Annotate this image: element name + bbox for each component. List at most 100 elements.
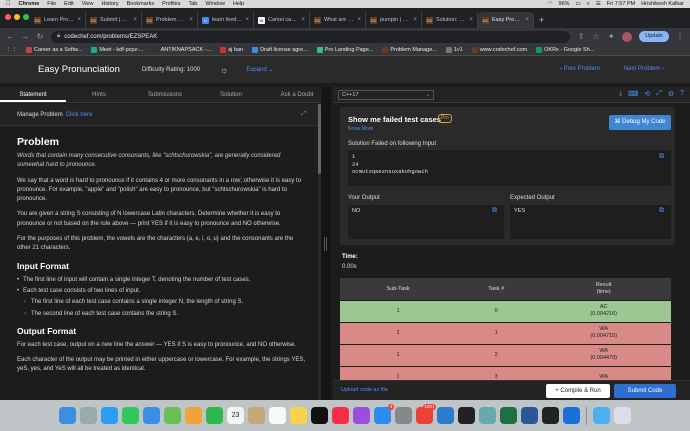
settings-gear-icon[interactable]: ⚙ — [668, 90, 674, 98]
compile-run-button[interactable]: + Compile & Run — [546, 384, 610, 398]
dock-vscode-icon[interactable] — [437, 407, 454, 424]
menu-tab[interactable]: Tab — [188, 1, 197, 7]
next-problem-link[interactable]: Next Problem › — [624, 66, 664, 72]
expand-icon[interactable]: ⤢ — [656, 90, 662, 98]
tab-hints[interactable]: Hints — [66, 87, 132, 102]
minimize-window-button[interactable] — [14, 14, 20, 20]
submit-code-button[interactable]: Submit Code — [614, 384, 676, 398]
dock-xcode-icon[interactable] — [563, 407, 580, 424]
dock-terminal-icon[interactable] — [542, 407, 559, 424]
help-icon[interactable]: ? — [680, 90, 684, 98]
browser-tab[interactable]: CCSolution: 8320730...× — [422, 12, 478, 28]
dock-contacts-icon[interactable] — [248, 407, 265, 424]
search-icon[interactable]: ⌕ — [587, 1, 590, 8]
bookmark-item[interactable]: Pro Landing Page... — [316, 47, 373, 53]
zoom-window-button[interactable] — [23, 14, 29, 20]
browser-tab[interactable]: CCWhat are the failed× — [310, 12, 366, 28]
reset-icon[interactable]: ⟲ — [644, 90, 650, 98]
close-tab-icon[interactable]: × — [357, 17, 361, 23]
browser-tab[interactable]: CCProblem Manageme...× — [142, 12, 198, 28]
copy-input-icon[interactable]: ⧉ — [659, 153, 664, 161]
close-tab-icon[interactable]: × — [189, 17, 193, 23]
dock-launchpad-icon[interactable] — [80, 407, 97, 424]
menu-help[interactable]: Help — [233, 1, 244, 7]
dock-appstore-icon[interactable]: 4 — [374, 404, 394, 424]
menu-app[interactable]: Chrome — [19, 1, 40, 7]
menu-profiles[interactable]: Profiles — [162, 1, 180, 7]
close-tab-icon[interactable]: × — [245, 17, 249, 23]
tab-solution[interactable]: Solution — [198, 87, 264, 102]
bookmark-item[interactable]: Draft license agre... — [252, 47, 308, 53]
menu-bookmarks[interactable]: Bookmarks — [127, 1, 155, 7]
close-tab-icon[interactable]: × — [469, 17, 473, 23]
apps-grid-icon[interactable]: ⋮⋮ — [6, 47, 17, 53]
lock-icon[interactable]: 🔒︎ — [57, 33, 60, 40]
update-button[interactable]: Update — [639, 31, 669, 42]
tab-statement[interactable]: Statement — [0, 87, 66, 102]
copy-expected-icon[interactable]: ⧉ — [659, 207, 664, 215]
bookmark-item[interactable]: www.codechef.com — [471, 47, 527, 53]
download-icon[interactable]: ⤓ — [619, 90, 622, 98]
debug-my-code-button[interactable]: ⌘ Debug My Code — [609, 115, 671, 130]
url-text[interactable]: codechef.com/problems/EZSPEAK — [64, 34, 157, 40]
resizer-grip-icon[interactable] — [324, 237, 327, 251]
dock-photos-icon[interactable] — [185, 407, 202, 424]
dock-preview-icon[interactable] — [479, 407, 496, 424]
dock-music-icon[interactable] — [332, 407, 349, 424]
dock-word-icon[interactable] — [521, 407, 538, 424]
control-center-icon[interactable]: ☰ — [596, 1, 601, 7]
failed-input-box[interactable]: 1 24 ocmutxqeeznsuxakohgowih — [348, 150, 671, 186]
close-tab-icon[interactable]: × — [77, 17, 81, 23]
prev-problem-link[interactable]: ‹ Prev Problem — [560, 66, 600, 72]
close-tab-icon[interactable]: × — [301, 17, 305, 23]
dock-mail-icon[interactable] — [143, 407, 160, 424]
dock-facetime-icon[interactable] — [206, 407, 223, 424]
dock-downloads-icon[interactable] — [593, 407, 610, 424]
bookmark-item[interactable]: aj ban — [220, 47, 243, 53]
copy-output-icon[interactable]: ⧉ — [492, 207, 497, 215]
bookmark-item[interactable]: 1v1 — [445, 47, 463, 53]
know-more-link[interactable]: Know More — [348, 126, 373, 132]
forward-icon[interactable]: → — [21, 32, 29, 41]
menu-view[interactable]: View — [82, 1, 94, 7]
bookmark-item[interactable]: Meet - kdf-pcpz-... — [91, 47, 144, 53]
close-tab-icon[interactable]: × — [413, 17, 417, 23]
dock-piano-icon[interactable] — [458, 407, 475, 424]
browser-tab[interactable]: CCLearn Programming× — [30, 12, 86, 28]
fullscreen-icon[interactable]: ⤢ — [301, 111, 306, 118]
close-tab-icon[interactable]: × — [525, 17, 529, 23]
menu-kebab-icon[interactable]: ⋮ — [676, 32, 684, 41]
menu-file[interactable]: File — [47, 1, 56, 7]
menu-window[interactable]: Window — [205, 1, 225, 7]
dock-messages-icon[interactable] — [122, 407, 139, 424]
dock-chrome-icon[interactable]: 1001 — [416, 404, 436, 424]
address-bar[interactable]: 🔒︎ codechef.com/problems/EZSPEAK — [51, 30, 571, 43]
dock-trash-icon[interactable] — [614, 407, 631, 424]
bookmark-item[interactable]: Problem Manage... — [382, 47, 437, 53]
bookmark-item[interactable]: ANTIKNAPSACK -... — [152, 47, 211, 53]
bookmark-item[interactable]: Career as a Softw... — [26, 47, 82, 53]
new-tab-button[interactable]: + — [534, 12, 549, 28]
menu-edit[interactable]: Edit — [64, 1, 73, 7]
dock-safari-icon[interactable] — [101, 407, 118, 424]
upload-file-link[interactable]: Upload code as file — [341, 387, 388, 393]
dock-reminders-icon[interactable] — [269, 407, 286, 424]
wifi-icon[interactable]: ◠ — [548, 1, 553, 7]
close-tab-icon[interactable]: × — [133, 17, 137, 23]
dock-podcasts-icon[interactable] — [353, 407, 370, 424]
dock-maps-icon[interactable] — [164, 407, 181, 424]
code-icon[interactable]: ⌨ — [628, 90, 638, 98]
browser-tab[interactable]: Glearn feedback - Go...× — [198, 12, 254, 28]
bookmark-item[interactable]: OKRs - Google Sh... — [536, 47, 594, 53]
menu-history[interactable]: History — [101, 1, 118, 7]
theme-toggle-icon[interactable]: ☼ — [220, 65, 228, 75]
dock-calendar-icon[interactable]: 23 — [227, 407, 244, 424]
dock-finder-icon[interactable] — [59, 407, 76, 424]
browser-tab[interactable]: CCEasy Pronunciation× — [478, 12, 534, 28]
expand-dropdown[interactable]: Expand ⌄ — [246, 66, 273, 73]
reload-icon[interactable]: ↻ — [36, 32, 44, 41]
language-select[interactable]: C++17 ⌄ — [338, 90, 434, 100]
clock[interactable]: Fri 7:57 PM — [607, 1, 635, 7]
share-icon[interactable]: ⇪ — [577, 32, 585, 41]
expected-output-box[interactable]: YES — [510, 205, 671, 239]
